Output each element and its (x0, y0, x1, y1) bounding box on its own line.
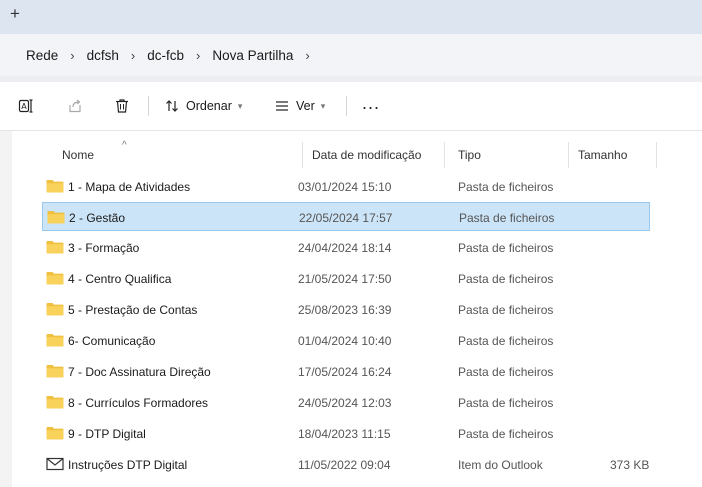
column-divider[interactable] (568, 142, 569, 168)
view-button-label: Ver (296, 99, 315, 113)
file-row[interactable]: 8 - Currículos Formadores 24/05/2024 12:… (42, 388, 650, 417)
breadcrumb-chevron-icon[interactable]: › (121, 48, 145, 63)
view-button[interactable]: Ver ▾ (274, 96, 325, 116)
file-type: Pasta de ficheiros (458, 365, 554, 379)
file-name: 5 - Prestação de Contas (68, 303, 198, 317)
file-type: Pasta de ficheiros (458, 427, 554, 441)
breadcrumb-item-dc-fcb[interactable]: dc-fcb (145, 48, 186, 63)
file-type: Pasta de ficheiros (458, 180, 554, 194)
file-row[interactable]: 6- Comunicação 01/04/2024 10:40 Pasta de… (42, 326, 650, 355)
breadcrumb-chevron-icon[interactable]: › (186, 48, 210, 63)
file-date: 01/04/2024 10:40 (298, 334, 392, 348)
file-type: Pasta de ficheiros (458, 396, 554, 410)
file-name: 7 - Doc Assinatura Direção (68, 365, 211, 379)
column-divider[interactable] (444, 142, 445, 168)
file-date: 18/04/2023 11:15 (298, 427, 391, 441)
file-name: Instruções DTP Digital (68, 458, 188, 472)
file-type: Pasta de ficheiros (458, 303, 554, 317)
rename-button[interactable]: A (18, 96, 34, 116)
file-date: 03/01/2024 15:10 (298, 180, 392, 194)
view-list-icon (276, 101, 288, 111)
column-header-date[interactable]: Data de modificação (312, 148, 421, 162)
new-tab-button[interactable]: + (10, 4, 30, 24)
file-type: Pasta de ficheiros (458, 272, 554, 286)
file-name: 8 - Currículos Formadores (68, 396, 209, 410)
folder-icon (46, 303, 64, 316)
mail-icon (46, 457, 64, 471)
file-date: 22/05/2024 17:57 (299, 211, 393, 225)
more-options-button[interactable]: ... (362, 93, 380, 113)
folder-icon (46, 272, 64, 285)
file-row-selected[interactable]: 2 - Gestão 22/05/2024 17:57 Pasta de fic… (42, 202, 650, 231)
file-row[interactable]: 9 - DTP Digital 18/04/2023 11:15 Pasta d… (42, 419, 650, 448)
column-header: ^ Nome Data de modificação Tipo Tamanho (40, 140, 660, 168)
file-date: 24/04/2024 18:14 (298, 241, 392, 255)
file-size: 373 KB (610, 458, 650, 472)
file-date: 25/08/2023 16:39 (298, 303, 392, 317)
breadcrumb-chevron-icon[interactable]: › (295, 48, 319, 63)
column-header-size[interactable]: Tamanho (578, 148, 627, 162)
file-date: 21/05/2024 17:50 (298, 272, 392, 286)
folder-icon (46, 180, 64, 193)
sort-button-label: Ordenar (186, 99, 232, 113)
sort-icon (166, 100, 178, 112)
rename-icon: A (18, 99, 33, 113)
file-type: Pasta de ficheiros (458, 241, 554, 255)
folder-icon (46, 365, 64, 378)
navigation-pane-edge (0, 131, 12, 487)
file-type: Pasta de ficheiros (459, 211, 555, 225)
file-type: Item do Outlook (458, 458, 543, 472)
delete-button[interactable] (114, 96, 130, 116)
column-header-name[interactable]: Nome (62, 148, 94, 162)
file-name: 9 - DTP Digital (68, 427, 146, 441)
breadcrumb-item-nova-partilha[interactable]: Nova Partilha (210, 48, 295, 63)
file-date: 17/05/2024 16:24 (298, 365, 392, 379)
file-date: 11/05/2022 09:04 (298, 458, 391, 472)
file-name: 4 - Centro Qualifica (68, 272, 172, 286)
command-bar: A Ordenar ▾ Ver ▾ ... (0, 82, 702, 131)
command-divider (346, 96, 347, 116)
file-name: 3 - Formação (68, 241, 140, 255)
address-bar[interactable]: Rede › dcfsh › dc-fcb › Nova Partilha › (0, 34, 702, 76)
tab-strip: + (0, 0, 702, 34)
sort-button[interactable]: Ordenar ▾ (164, 96, 242, 116)
share-button[interactable] (67, 96, 83, 116)
svg-text:A: A (21, 102, 27, 111)
folder-icon (46, 427, 64, 440)
file-date: 24/05/2024 12:03 (298, 396, 392, 410)
file-name: 2 - Gestão (69, 211, 126, 225)
breadcrumb-chevron-icon[interactable]: › (60, 48, 84, 63)
sort-ascending-icon: ^ (122, 140, 127, 151)
folder-icon (46, 334, 64, 347)
chevron-down-icon: ▾ (320, 100, 326, 111)
share-icon (69, 99, 81, 113)
folder-icon (46, 396, 64, 409)
chevron-down-icon: ▾ (237, 100, 243, 111)
file-row[interactable]: 1 - Mapa de Atividades 03/01/2024 15:10 … (42, 172, 650, 201)
file-row[interactable]: 4 - Centro Qualifica 21/05/2024 17:50 Pa… (42, 264, 650, 293)
folder-icon (46, 241, 64, 254)
file-type: Pasta de ficheiros (458, 334, 554, 348)
file-row[interactable]: 7 - Doc Assinatura Direção 17/05/2024 16… (42, 357, 650, 386)
folder-icon (47, 211, 65, 224)
trash-icon (116, 99, 128, 113)
file-row[interactable]: 3 - Formação 24/04/2024 18:14 Pasta de f… (42, 233, 650, 262)
breadcrumb-item-rede[interactable]: Rede (24, 48, 60, 63)
command-divider (148, 96, 149, 116)
column-divider[interactable] (302, 142, 303, 168)
column-header-type[interactable]: Tipo (458, 148, 481, 162)
file-name: 1 - Mapa de Atividades (68, 180, 191, 194)
file-row[interactable]: 5 - Prestação de Contas 25/08/2023 16:39… (42, 295, 650, 324)
column-divider[interactable] (656, 142, 657, 168)
breadcrumb: Rede › dcfsh › dc-fcb › Nova Partilha › (24, 34, 320, 76)
file-name: 6- Comunicação (68, 334, 156, 348)
breadcrumb-item-dcfsh[interactable]: dcfsh (85, 48, 121, 63)
file-row[interactable]: Instruções DTP Digital 11/05/2022 09:04 … (42, 450, 650, 479)
